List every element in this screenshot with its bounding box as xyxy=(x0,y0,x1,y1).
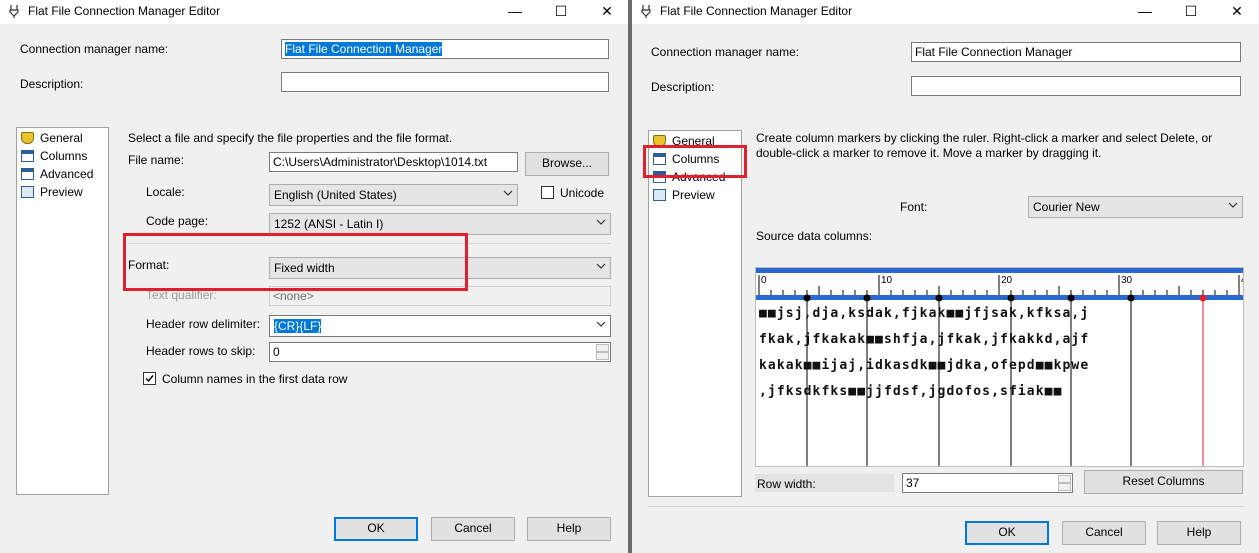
chevron-down-icon xyxy=(596,219,606,225)
column-ruler-area[interactable]: 0 10 20 30 40 ■■jsj,dja,ksdak,fjkak■■jfjsak,… xyxy=(755,267,1244,467)
source-columns-label: Source data columns: xyxy=(756,229,873,243)
row-width-stepper[interactable]: 37 xyxy=(902,473,1073,493)
ruler-tick-label: 40 xyxy=(1241,275,1244,286)
chevron-down-icon xyxy=(1228,202,1238,208)
table-icon xyxy=(21,150,34,162)
code-page-label: Code page: xyxy=(146,214,209,228)
maximize-icon[interactable]: ☐ xyxy=(1170,0,1212,24)
description-label: Description: xyxy=(20,77,84,91)
selected-marker xyxy=(1199,294,1207,302)
chevron-down-icon xyxy=(503,190,513,196)
instruction-line-1: Create column markers by clicking the ru… xyxy=(756,131,1213,145)
spin-up-icon[interactable] xyxy=(596,344,609,352)
reset-columns-button[interactable]: Reset Columns xyxy=(1084,470,1243,494)
chevron-down-icon xyxy=(596,321,606,327)
minimize-icon[interactable]: — xyxy=(494,0,536,24)
header-row-delimiter-label: Header row delimiter: xyxy=(146,317,261,331)
preview-icon xyxy=(21,186,34,198)
nav-advanced[interactable]: Advanced xyxy=(21,166,93,182)
app-icon xyxy=(641,5,651,18)
app-icon xyxy=(9,5,19,18)
nav-columns[interactable]: Columns xyxy=(21,148,87,164)
right-title-bar[interactable]: Flat File Connection Manager Editor — ☐ … xyxy=(632,0,1259,24)
nav-preview[interactable]: Preview xyxy=(21,184,83,200)
ruler-bottom-band xyxy=(756,295,1243,300)
data-line: ,jfksdkfks■■jjfdsf,jgdofos,sfiak■■ xyxy=(759,384,1063,399)
locale-select[interactable]: English (United States) xyxy=(269,184,518,206)
ok-button[interactable]: OK xyxy=(965,521,1049,545)
column-marker xyxy=(935,294,943,302)
close-icon[interactable]: ✕ xyxy=(1216,0,1258,24)
header-rows-skip-label: Header rows to skip: xyxy=(146,344,256,358)
connection-name-label: Connection manager name: xyxy=(651,45,800,59)
column-marker xyxy=(863,294,871,302)
window-title: Flat File Connection Manager Editor xyxy=(660,4,853,18)
left-nav-panel: General Columns Advanced Preview xyxy=(16,127,109,495)
column-marker xyxy=(1067,294,1075,302)
column-marker xyxy=(803,294,811,302)
left-title-bar[interactable]: Flat File Connection Manager Editor — ☐ … xyxy=(0,0,628,24)
locale-label: Locale: xyxy=(146,185,185,199)
separator xyxy=(648,506,1244,507)
spin-up-icon[interactable] xyxy=(1058,475,1071,483)
instruction-text: Select a file and specify the file prope… xyxy=(128,131,453,145)
ruler-tick-label: 10 xyxy=(881,275,893,286)
cancel-button[interactable]: Cancel xyxy=(431,517,515,541)
row-width-label: Row width: xyxy=(757,477,816,491)
cancel-button[interactable]: Cancel xyxy=(1062,521,1146,545)
column-names-checkbox[interactable] xyxy=(143,372,156,385)
ruler-scale xyxy=(756,273,1243,295)
description-input[interactable] xyxy=(911,76,1241,96)
general-icon xyxy=(21,132,34,144)
data-line: ■■jsj,dja,ksdak,fjkak■■jfjsak,kfksa,j xyxy=(759,306,1090,321)
file-name-input[interactable]: C:\Users\Administrator\Desktop\1014.txt xyxy=(269,152,518,172)
column-marker xyxy=(1007,294,1015,302)
ruler-tick-label: 0 xyxy=(761,275,767,286)
data-line: fkak,jfkakak■■shfja,jfkak,jfkakkd,ajf xyxy=(759,332,1090,347)
chevron-down-icon xyxy=(596,263,606,269)
nav-general[interactable]: General xyxy=(21,130,83,146)
data-line: kakak■■ijaj,idkasdk■■jdka,ofepd■■kpwe xyxy=(759,358,1090,373)
spin-down-icon[interactable] xyxy=(1058,483,1071,491)
description-input[interactable] xyxy=(281,72,609,92)
preview-icon xyxy=(653,189,666,201)
unicode-label: Unicode xyxy=(560,186,605,200)
column-marker xyxy=(1127,294,1135,302)
browse-button[interactable]: Browse... xyxy=(525,152,609,176)
file-name-label: File name: xyxy=(128,153,185,167)
header-rows-skip-stepper[interactable]: 0 xyxy=(269,342,611,362)
ruler-tick-label: 30 xyxy=(1121,275,1133,286)
font-label: Font: xyxy=(900,200,928,214)
table-icon xyxy=(21,168,34,180)
unicode-checkbox[interactable] xyxy=(541,186,554,199)
header-row-delimiter-select[interactable]: {CR}{LF} xyxy=(269,315,611,337)
description-label: Description: xyxy=(651,80,715,94)
connection-name-input[interactable]: Flat File Connection Manager xyxy=(911,42,1241,62)
format-highlight-box xyxy=(123,233,468,291)
minimize-icon[interactable]: — xyxy=(1124,0,1166,24)
right-nav-panel: General Columns Advanced Preview xyxy=(648,130,742,497)
columns-highlight-box xyxy=(643,145,747,178)
maximize-icon[interactable]: ☐ xyxy=(540,0,582,24)
ok-button[interactable]: OK xyxy=(334,517,418,541)
connection-name-input[interactable]: Flat File Connection Manager xyxy=(281,39,609,59)
window-title: Flat File Connection Manager Editor xyxy=(28,4,221,18)
connection-name-label: Connection manager name: xyxy=(20,42,169,56)
spin-down-icon[interactable] xyxy=(596,352,609,360)
help-button[interactable]: Help xyxy=(527,517,611,541)
ruler-tick-label: 20 xyxy=(1001,275,1013,286)
ruler-top-band xyxy=(756,268,1243,273)
column-names-label: Column names in the first data row xyxy=(162,372,348,386)
check-icon xyxy=(145,375,154,383)
left-dialog: Flat File Connection Manager Editor — ☐ … xyxy=(0,0,628,553)
font-select[interactable]: Courier New xyxy=(1028,196,1243,218)
nav-preview[interactable]: Preview xyxy=(653,187,715,203)
code-page-select[interactable]: 1252 (ANSI - Latin I) xyxy=(269,213,611,235)
help-button[interactable]: Help xyxy=(1157,521,1241,545)
instruction-line-2: double-click a marker to remove it. Move… xyxy=(756,146,1102,160)
close-icon[interactable]: ✕ xyxy=(586,0,628,24)
